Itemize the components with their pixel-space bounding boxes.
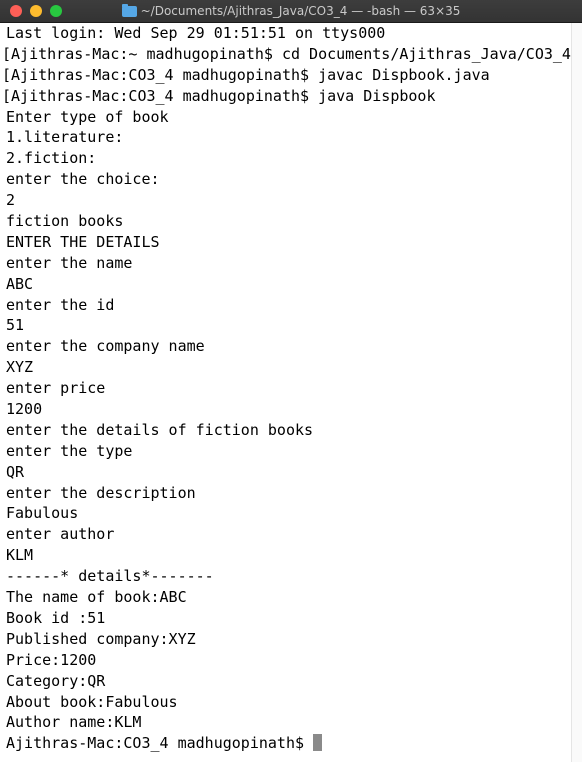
terminal-output[interactable]: Last login: Wed Sep 29 01:51:51 on ttys0…: [0, 23, 572, 762]
title-bar[interactable]: ~/Documents/Ajithras_Java/CO3_4 — -bash …: [0, 0, 582, 23]
output-line: ABC: [6, 274, 34, 293]
window-title-area: ~/Documents/Ajithras_Java/CO3_4 — -bash …: [0, 0, 582, 22]
output-line: ENTER THE DETAILS: [6, 232, 160, 251]
prompt-line[interactable]: Ajithras-Mac:CO3_4 madhugopinath$: [6, 733, 572, 754]
output-line: Fabulous: [6, 504, 79, 523]
output-line: The name of book:ABC: [6, 588, 187, 607]
window-title: ~/Documents/Ajithras_Java/CO3_4 — -bash …: [140, 4, 461, 18]
output-line: enter the type: [6, 441, 133, 460]
output-line: Last login: Wed Sep 29 01:51:51 on ttys0…: [6, 24, 386, 42]
output-line: 1200: [6, 400, 43, 419]
output-line: enter the id: [6, 295, 115, 314]
output-line: KLM: [6, 546, 34, 565]
output-line: enter the description: [6, 483, 196, 502]
output-line: QR: [6, 462, 25, 481]
output-line: ------* details*-------: [6, 567, 214, 586]
output-line: Enter type of book: [6, 107, 169, 126]
output-line: enter the details of fiction books: [6, 420, 314, 439]
output-line: About book:Fabulous: [6, 692, 178, 711]
output-line: 2.fiction:: [6, 149, 97, 168]
folder-icon: [121, 3, 137, 17]
output-line: XYZ: [6, 358, 34, 377]
text-cursor: [313, 734, 323, 752]
output-line: fiction books: [6, 212, 124, 231]
vertical-scrollbar[interactable]: [571, 23, 582, 762]
command-line: [Ajithras-Mac:CO3_4 madhugopinath$ javac…: [2, 65, 490, 84]
output-line: enter the choice:: [6, 170, 160, 189]
output-line: 51: [6, 316, 25, 335]
output-line: enter author: [6, 525, 115, 544]
output-line: Published company:XYZ: [6, 629, 196, 648]
command-line: [Ajithras-Mac:~ madhugopinath$ cd Docume…: [2, 44, 571, 63]
output-line: enter the name: [6, 253, 133, 272]
command-line: [Ajithras-Mac:CO3_4 madhugopinath$ java …: [2, 86, 436, 105]
output-line: Author name:KLM: [6, 713, 142, 732]
output-line: enter the company name: [6, 337, 205, 356]
terminal-window: ~/Documents/Ajithras_Java/CO3_4 — -bash …: [0, 0, 582, 762]
output-line: Price:1200: [6, 650, 97, 669]
shell-prompt: Ajithras-Mac:CO3_4 madhugopinath$: [6, 734, 305, 753]
output-line: 1.literature:: [6, 128, 124, 147]
output-line: enter price: [6, 379, 106, 398]
output-line: Category:QR: [6, 671, 106, 690]
output-line: 2: [6, 191, 16, 210]
output-line: Book id :51: [6, 608, 106, 627]
